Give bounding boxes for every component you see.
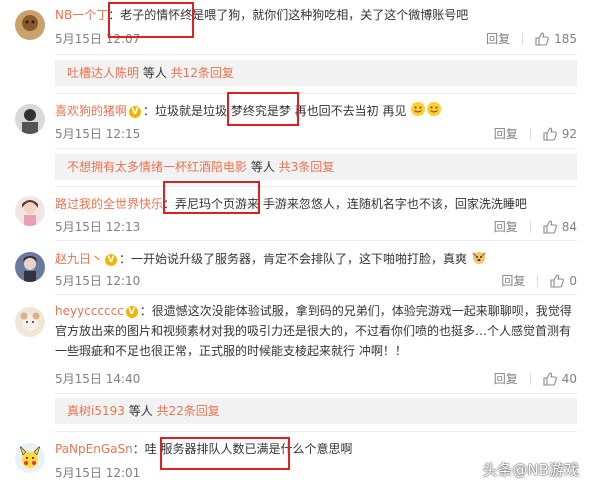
sub-reply-count[interactable]: 共3条回复 [279, 160, 335, 174]
avatar[interactable] [15, 252, 45, 282]
divider [529, 221, 531, 233]
divider [522, 33, 524, 45]
divider [55, 431, 577, 432]
thumbs-up-icon [550, 274, 565, 288]
divider [537, 275, 539, 287]
like-count: 40 [561, 372, 577, 386]
sub-reply-label: 等人 [139, 66, 171, 80]
like-count: 0 [569, 274, 577, 288]
grin-emoji-icon [410, 101, 426, 122]
watermark: 头条@NB游戏 [482, 461, 579, 479]
comment-time: 5月15日 12:13 [55, 220, 141, 234]
comment-username[interactable]: heyycccccc [55, 304, 124, 318]
divider [55, 294, 577, 295]
comment-username[interactable]: 赵九日丶 [55, 252, 103, 266]
comment-time: 5月15日 12:10 [55, 274, 141, 288]
sub-reply-count[interactable]: 共22条回复 [157, 404, 220, 418]
comment-username[interactable]: 喜欢狗的猪啊 [55, 104, 127, 118]
reply-button[interactable]: 回复 [501, 273, 525, 289]
comment-text: ：一开始说升级了服务器，肯定不会排队了，这下啪啪打脸，真爽 [119, 252, 468, 266]
thumbs-up-icon [543, 127, 557, 141]
sub-reply-user[interactable]: 不想拥有太多情绪一杯红酒陪电影 [67, 160, 247, 174]
vip-badge-icon: V [105, 253, 118, 266]
sub-reply-bar[interactable]: 真树i5193 等人 共22条回复 [55, 398, 577, 424]
avatar[interactable] [15, 104, 45, 134]
like-count: 185 [554, 32, 577, 46]
comment-text: ：老子的情怀终是喂了狗，就你们这种狗吃相，关了这个微博账号吧 [108, 8, 469, 22]
divider [55, 148, 577, 149]
grin-emoji-icon [426, 101, 442, 122]
divider [55, 54, 577, 55]
vip-badge-icon: V [125, 305, 138, 318]
sub-reply-user[interactable]: 吐槽达人陈明 [67, 66, 139, 80]
dog-emoji-icon [471, 249, 487, 270]
divider [529, 373, 531, 385]
divider [529, 128, 531, 140]
sub-reply-count[interactable]: 共12条回复 [171, 66, 234, 80]
like-button[interactable]: 84 [543, 219, 577, 235]
avatar[interactable] [15, 196, 45, 226]
like-count: 92 [561, 127, 577, 141]
thumbs-up-icon [543, 372, 557, 386]
comment-username[interactable]: NB一个丁 [55, 8, 108, 22]
sub-reply-bar[interactable]: 吐槽达人陈明 等人 共12条回复 [55, 60, 577, 86]
vip-badge-icon: V [129, 105, 142, 118]
divider [55, 93, 577, 94]
divider [55, 186, 577, 187]
sub-reply-bar[interactable]: 不想拥有太多情绪一杯红酒陪电影 等人 共3条回复 [55, 154, 577, 180]
thumbs-up-icon [543, 220, 557, 234]
avatar[interactable] [15, 10, 45, 40]
comment-username[interactable]: PaNpEnGaSn [55, 442, 133, 456]
like-button[interactable]: 185 [535, 31, 577, 47]
comment-username[interactable]: 路过我的全世界快乐 [55, 197, 163, 211]
divider [55, 240, 577, 241]
like-button[interactable]: 40 [543, 371, 577, 387]
comment-time: 5月15日 14:40 [55, 372, 141, 386]
reply-button[interactable]: 回复 [494, 371, 518, 387]
sub-reply-user[interactable]: 真树i5193 [67, 404, 125, 418]
sub-reply-label: 等人 [247, 160, 279, 174]
like-count: 84 [561, 220, 577, 234]
reply-button[interactable]: 回复 [494, 219, 518, 235]
thumbs-up-icon [535, 32, 549, 46]
like-button[interactable]: 0 [550, 273, 577, 289]
avatar[interactable] [15, 307, 45, 337]
reply-button[interactable]: 回复 [486, 31, 510, 47]
avatar[interactable] [15, 443, 45, 473]
like-button[interactable]: 92 [543, 126, 577, 142]
reply-button[interactable]: 回复 [494, 126, 518, 142]
divider [55, 393, 577, 394]
comment-text: ：哇 服务器排队人数已满是什么个意思啊 [132, 442, 353, 456]
comment-time: 5月15日 12:15 [55, 127, 141, 141]
sub-reply-label: 等人 [124, 404, 157, 418]
comment-text: ：弄尼玛个页游来 手游来忽悠人，连随机名字也不该，回家洗洗睡吧 [163, 197, 527, 211]
comment-text: ：垃圾就是垃圾 梦终究是梦 再也回不去当初 再见 [143, 104, 407, 118]
comment-time: 5月15日 12:07 [55, 32, 141, 46]
comment-time: 5月15日 12:01 [55, 466, 141, 480]
